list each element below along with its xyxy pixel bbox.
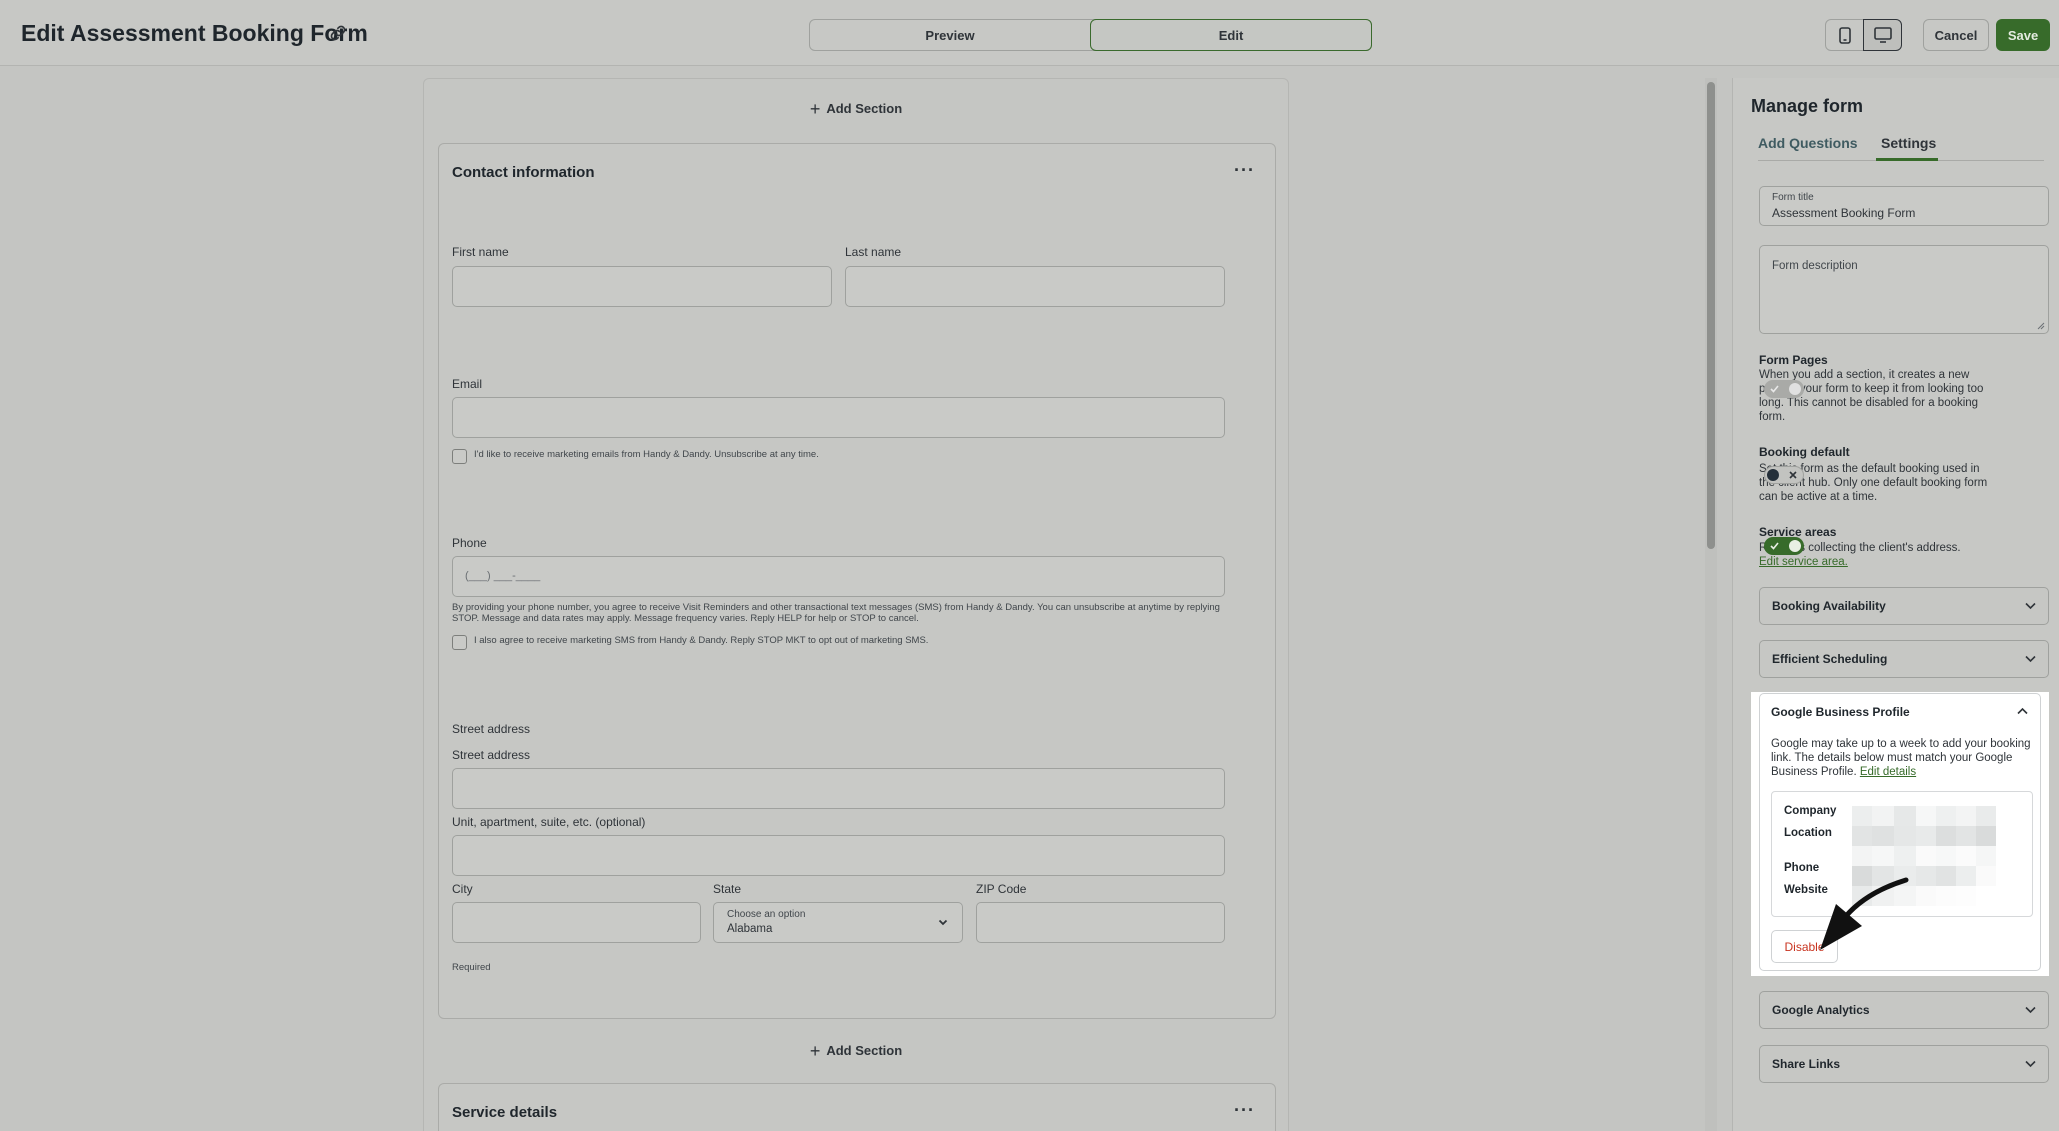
active-tab-indicator bbox=[1876, 158, 1938, 161]
more-options-icon[interactable]: ··· bbox=[1234, 1100, 1255, 1121]
more-options-icon[interactable]: ··· bbox=[1234, 160, 1255, 181]
section-title: Service details bbox=[452, 1104, 558, 1121]
canvas-scrollbar-thumb[interactable] bbox=[1707, 82, 1715, 549]
phone-label: Phone bbox=[452, 536, 487, 550]
plus-icon: + bbox=[809, 1040, 821, 1061]
first-name-label: First name bbox=[452, 245, 509, 259]
phone-icon bbox=[1838, 26, 1851, 44]
state-label: State bbox=[713, 882, 742, 896]
chevron-down-icon bbox=[938, 919, 948, 926]
chevron-down-icon bbox=[2025, 602, 2036, 610]
desktop-icon bbox=[1873, 27, 1892, 43]
email-label: Email bbox=[452, 377, 483, 391]
unit-label: Unit, apartment, suite, etc. (optional) bbox=[452, 815, 646, 829]
required-note: Required bbox=[452, 962, 491, 973]
cancel-button[interactable]: Cancel bbox=[1923, 19, 1989, 51]
state-select[interactable]: Choose an option Alabama bbox=[713, 902, 963, 943]
last-name-input[interactable] bbox=[845, 266, 1225, 307]
zip-label: ZIP Code bbox=[976, 882, 1027, 896]
preview-tab[interactable]: Preview bbox=[810, 19, 1090, 51]
check-icon bbox=[1770, 385, 1779, 393]
chevron-down-icon bbox=[2025, 1006, 2036, 1014]
state-value: Alabama bbox=[727, 923, 773, 935]
edit-tab[interactable]: Edit bbox=[1090, 19, 1372, 51]
state-hint: Choose an option bbox=[727, 909, 806, 920]
sms-optin-label: I also agree to receive marketing SMS fr… bbox=[474, 635, 929, 646]
phone-key: Phone bbox=[1784, 862, 1820, 874]
first-name-input[interactable] bbox=[452, 266, 832, 307]
resize-handle-icon[interactable] bbox=[2037, 322, 2045, 330]
phone-input[interactable]: (___) ___-____ bbox=[452, 556, 1225, 597]
gbp-description: Google may take up to a week to add your… bbox=[1771, 737, 2033, 779]
booking-default-title: Booking default bbox=[1759, 445, 1850, 459]
street-address-heading: Street address bbox=[452, 722, 531, 736]
desktop-view-button[interactable] bbox=[1863, 19, 1902, 51]
link-icon[interactable] bbox=[329, 24, 347, 42]
form-description-placeholder: Form description bbox=[1772, 260, 1858, 272]
accordion-title: Booking Availability bbox=[1772, 599, 1886, 613]
efficient-scheduling-accordion[interactable]: Efficient Scheduling bbox=[1759, 640, 2049, 678]
email-optin-label: I'd like to receive marketing emails fro… bbox=[474, 449, 819, 460]
tab-add-questions[interactable]: Add Questions bbox=[1758, 135, 1858, 151]
edit-service-area-link[interactable]: Edit service area. bbox=[1759, 556, 1848, 568]
add-section-button[interactable]: + Add Section bbox=[424, 1040, 1288, 1061]
last-name-label: Last name bbox=[845, 245, 902, 259]
add-section-label: Add Section bbox=[826, 101, 903, 116]
save-button[interactable]: Save bbox=[1996, 19, 2050, 51]
toggle-knob bbox=[1767, 469, 1779, 481]
chevron-down-icon bbox=[2025, 1060, 2036, 1068]
email-optin-checkbox[interactable] bbox=[452, 449, 467, 464]
email-input[interactable] bbox=[452, 397, 1225, 438]
form-description-field[interactable]: Form description bbox=[1759, 245, 2049, 334]
sms-optin-checkbox[interactable] bbox=[452, 635, 467, 650]
toggle-knob bbox=[1789, 383, 1801, 395]
accordion-title: Efficient Scheduling bbox=[1772, 652, 1888, 666]
phone-disclaimer: By providing your phone number, you agre… bbox=[452, 602, 1220, 624]
add-section-label: Add Section bbox=[826, 1043, 903, 1058]
annotation-arrow-icon bbox=[1820, 877, 1909, 950]
form-canvas: + Add Section Contact information ··· Fi… bbox=[423, 78, 1289, 1131]
top-bar: Edit Assessment Booking Form Preview Edi… bbox=[0, 0, 2059, 66]
device-toggle bbox=[1825, 19, 1903, 51]
street-address-label: Street address bbox=[452, 748, 531, 762]
google-analytics-accordion[interactable]: Google Analytics bbox=[1759, 991, 2049, 1029]
accordion-title: Share Links bbox=[1772, 1057, 1841, 1071]
gbp-title[interactable]: Google Business Profile bbox=[1771, 705, 1910, 719]
tab-settings[interactable]: Settings bbox=[1881, 135, 1936, 151]
x-icon bbox=[1789, 471, 1797, 479]
company-key: Company bbox=[1784, 805, 1837, 817]
chevron-up-icon[interactable] bbox=[2017, 707, 2028, 715]
edit-details-link[interactable]: Edit details bbox=[1860, 766, 1916, 778]
street-address-input[interactable] bbox=[452, 768, 1225, 809]
form-title-field[interactable]: Form title Assessment Booking Form bbox=[1759, 186, 2049, 226]
page-title: Edit Assessment Booking Form bbox=[21, 20, 368, 46]
form-pages-toggle bbox=[1764, 380, 1804, 398]
chevron-down-icon bbox=[2025, 655, 2036, 663]
check-icon bbox=[1770, 542, 1779, 550]
location-key: Location bbox=[1784, 827, 1832, 839]
mobile-view-button[interactable] bbox=[1825, 19, 1864, 51]
service-details-section: Service details ··· bbox=[438, 1083, 1276, 1131]
unit-input[interactable] bbox=[452, 835, 1225, 876]
zip-input[interactable] bbox=[976, 902, 1225, 943]
form-title-label: Form title bbox=[1772, 192, 1814, 203]
form-pages-title: Form Pages bbox=[1759, 353, 1828, 367]
view-mode-toggle: Preview Edit bbox=[809, 19, 1372, 51]
service-areas-toggle[interactable] bbox=[1764, 537, 1804, 555]
city-label: City bbox=[452, 882, 473, 896]
contact-information-section: Contact information ··· First name Last … bbox=[438, 143, 1276, 1019]
section-title: Contact information bbox=[452, 164, 595, 181]
phone-placeholder: (___) ___-____ bbox=[465, 570, 541, 582]
booking-availability-accordion[interactable]: Booking Availability bbox=[1759, 587, 2049, 625]
accordion-title: Google Analytics bbox=[1772, 1003, 1870, 1017]
panel-title: Manage form bbox=[1751, 96, 1864, 116]
plus-icon: + bbox=[809, 98, 821, 119]
form-title-value: Assessment Booking Form bbox=[1772, 206, 1916, 220]
toggle-knob bbox=[1789, 540, 1801, 552]
booking-default-toggle[interactable] bbox=[1764, 466, 1804, 484]
share-links-accordion[interactable]: Share Links bbox=[1759, 1045, 2049, 1083]
city-input[interactable] bbox=[452, 902, 701, 943]
add-section-button[interactable]: + Add Section bbox=[424, 98, 1288, 119]
